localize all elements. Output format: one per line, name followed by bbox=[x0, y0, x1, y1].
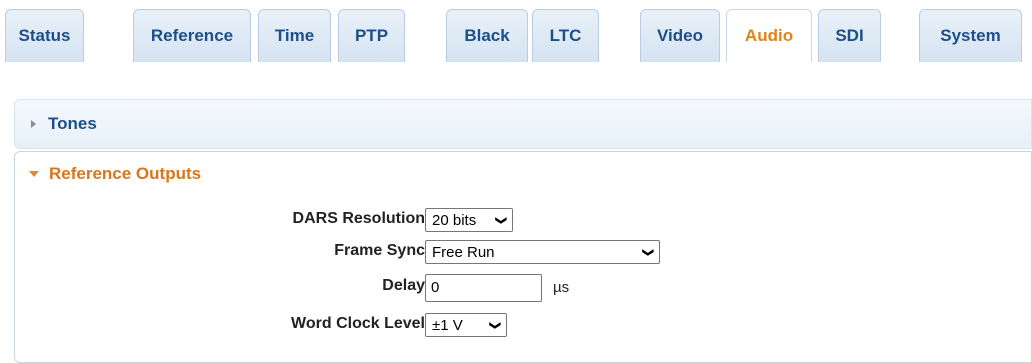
tab-video[interactable]: Video bbox=[640, 9, 720, 62]
tab-label: LTC bbox=[549, 26, 582, 45]
tones-section-header[interactable]: Tones bbox=[14, 99, 1032, 149]
tab-label: Black bbox=[464, 26, 510, 45]
tab-reference[interactable]: Reference bbox=[133, 9, 251, 62]
tab-label: PTP bbox=[354, 26, 389, 45]
reference-outputs-section-title: Reference Outputs bbox=[49, 164, 202, 183]
tab-label: Audio bbox=[744, 26, 794, 45]
chevron-down-icon: ❯ bbox=[488, 320, 501, 330]
tab-ltc[interactable]: LTC bbox=[532, 9, 599, 62]
delay-unit: µs bbox=[553, 279, 570, 296]
chevron-down-icon: ❯ bbox=[641, 247, 654, 257]
tones-section-title: Tones bbox=[48, 114, 97, 133]
tab-system[interactable]: System bbox=[919, 9, 1022, 62]
word-clock-level-row: Word Clock Level ±1 V ❯ bbox=[15, 311, 1032, 339]
dars-resolution-label: DARS Resolution bbox=[292, 210, 425, 227]
tab-audio[interactable]: Audio bbox=[726, 9, 812, 62]
tab-status[interactable]: Status bbox=[5, 9, 84, 62]
reference-outputs-section-header[interactable]: Reference Outputs bbox=[29, 164, 201, 184]
tab-black[interactable]: Black bbox=[446, 9, 528, 62]
chevron-down-icon: ❯ bbox=[494, 215, 507, 225]
tab-time[interactable]: Time bbox=[258, 9, 331, 62]
word-clock-level-select[interactable]: ±1 V ❯ bbox=[425, 313, 507, 337]
word-clock-level-value: ±1 V bbox=[432, 316, 463, 334]
delay-label: Delay bbox=[382, 277, 425, 294]
frame-sync-value: Free Run bbox=[432, 243, 495, 261]
delay-input[interactable]: 0 bbox=[425, 274, 542, 302]
tab-label: SDI bbox=[835, 26, 864, 45]
triangle-right-icon bbox=[31, 120, 36, 128]
dars-resolution-select[interactable]: 20 bits ❯ bbox=[425, 208, 513, 232]
triangle-down-icon bbox=[29, 171, 39, 177]
reference-outputs-panel: Reference Outputs DARS Resolution 20 bit… bbox=[14, 151, 1032, 363]
tab-label: Video bbox=[657, 26, 703, 45]
tab-ptp[interactable]: PTP bbox=[338, 9, 405, 62]
tab-label: System bbox=[940, 26, 1001, 45]
tab-label: Status bbox=[18, 26, 71, 45]
tab-sdi[interactable]: SDI bbox=[818, 9, 881, 62]
word-clock-level-label: Word Clock Level bbox=[291, 315, 425, 332]
frame-sync-select[interactable]: Free Run ❯ bbox=[425, 240, 660, 264]
frame-sync-label: Frame Sync bbox=[334, 242, 425, 259]
tab-bar: Status Reference Time PTP Black LTC Vide… bbox=[0, 0, 1032, 62]
dars-resolution-row: DARS Resolution 20 bits ❯ bbox=[15, 206, 1032, 234]
delay-row: Delay 0 µs bbox=[15, 273, 1032, 302]
frame-sync-row: Frame Sync Free Run ❯ bbox=[15, 238, 1032, 266]
dars-resolution-value: 20 bits bbox=[432, 211, 477, 229]
tab-label: Time bbox=[274, 26, 315, 45]
tab-label: Reference bbox=[150, 26, 234, 45]
